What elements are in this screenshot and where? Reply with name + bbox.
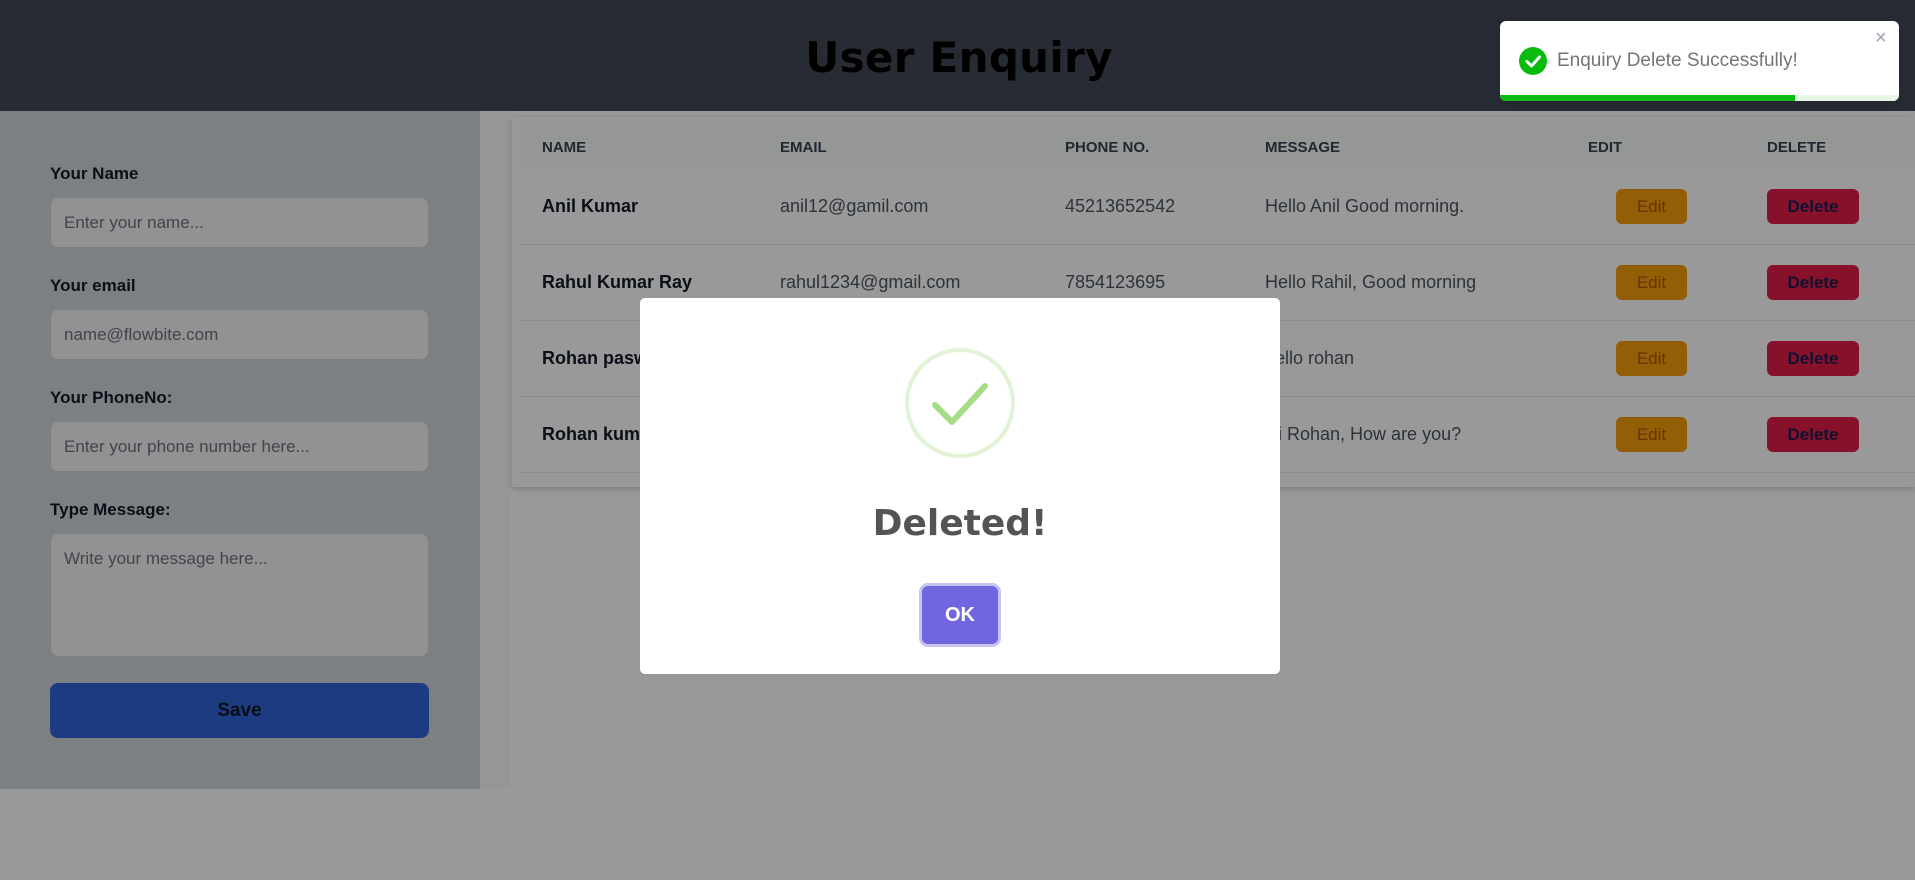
check-icon (905, 348, 1015, 458)
toast-message: Enquiry Delete Successfully! (1557, 50, 1798, 71)
close-icon[interactable]: × (1875, 27, 1887, 50)
success-toast: Enquiry Delete Successfully! × (1500, 21, 1899, 101)
dialog-title: Deleted! (872, 503, 1048, 544)
toast-progress-bar (1500, 95, 1796, 101)
success-check-icon (1519, 47, 1547, 75)
ok-button[interactable]: OK (922, 586, 998, 644)
success-dialog: Deleted! OK (640, 298, 1280, 674)
